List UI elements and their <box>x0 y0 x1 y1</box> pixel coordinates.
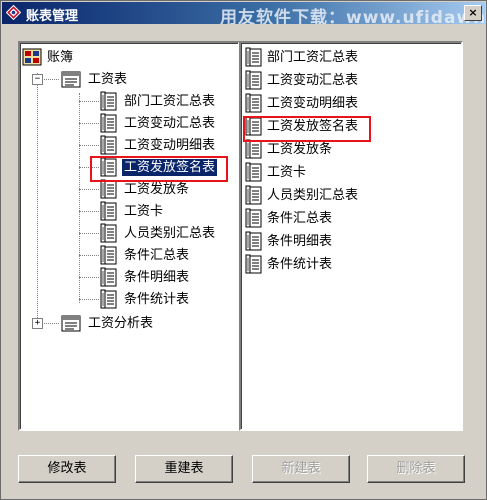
list-item-label: 条件汇总表 <box>267 211 333 226</box>
report-doc-icon <box>100 289 117 309</box>
highlight-box <box>243 116 371 142</box>
list-item[interactable]: 条件明细表 <box>241 231 453 251</box>
tree-item-label: 工资卡 <box>124 204 164 219</box>
tree-item-label: 条件明细表 <box>124 270 190 285</box>
report-doc-icon <box>245 70 262 90</box>
report-folder-icon <box>61 71 81 88</box>
tree-item[interactable]: 条件汇总表 <box>20 245 230 265</box>
report-doc-icon <box>245 162 262 182</box>
report-doc-icon <box>245 93 262 113</box>
rebuild-table-button[interactable]: 重建表 <box>135 455 233 483</box>
new-table-button[interactable]: 新建表 <box>252 455 350 483</box>
tree-item[interactable]: 部门工资汇总表 <box>20 91 230 111</box>
tree-item-label: 条件统计表 <box>124 292 190 307</box>
list-item[interactable]: 工资变动汇总表 <box>241 70 453 90</box>
list-item[interactable]: 工资卡 <box>241 162 453 182</box>
tree-item-label: 工资发放条 <box>124 182 190 197</box>
tree-group-salary[interactable]: − 工资表 <box>20 69 230 89</box>
list-item[interactable]: 工资变动明细表 <box>241 93 453 113</box>
list-item-label: 条件明细表 <box>267 234 333 249</box>
list-item[interactable]: 条件统计表 <box>241 254 453 274</box>
tree-item[interactable]: 工资变动明细表 <box>20 135 230 155</box>
report-manager-window: 账表管理 用友软件下载：www.ufidawhy.com × 账簿 − <box>0 0 487 500</box>
tree-line <box>79 299 99 300</box>
list-item[interactable]: 部门工资汇总表 <box>241 47 453 67</box>
tree-group-salary-analysis[interactable]: + 工资分析表 <box>20 313 230 333</box>
tree-item-label: 条件汇总表 <box>124 248 190 263</box>
list-item-label: 工资发放条 <box>267 142 333 157</box>
tree-group-label: 工资分析表 <box>88 316 154 331</box>
report-list-pane[interactable]: 部门工资汇总表 工资变动汇总表 工资变动明细表 工资发放签名表 工资发放条 工资卡 人员类别… <box>239 41 463 431</box>
tree-line <box>79 255 99 256</box>
report-doc-icon <box>245 47 262 67</box>
tree-line <box>79 233 99 234</box>
tree-line <box>79 189 99 190</box>
modify-table-button[interactable]: 修改表 <box>18 455 116 483</box>
tree-item-label: 部门工资汇总表 <box>124 94 216 109</box>
tree-item-label: 工资变动明细表 <box>124 138 216 153</box>
highlight-box <box>90 156 228 182</box>
collapse-toggle[interactable]: − <box>32 74 43 85</box>
report-doc-icon <box>245 208 262 228</box>
list-item[interactable]: 人员类别汇总表 <box>241 185 453 205</box>
report-doc-icon <box>100 91 117 111</box>
tree-item[interactable]: 工资变动汇总表 <box>20 113 230 133</box>
watermark-text: 用友软件下载：www.ufidawhy.com <box>220 8 485 24</box>
app-icon <box>6 5 21 20</box>
report-doc-icon <box>100 179 117 199</box>
report-doc-icon <box>100 113 117 133</box>
report-doc-icon <box>100 135 117 155</box>
tree-item[interactable]: 条件统计表 <box>20 289 230 309</box>
tree-line <box>79 145 99 146</box>
report-tree-pane[interactable]: 账簿 − 工资表 部门工资汇总表 工资变动汇总表 工资变动明细表 工资发放签名表 工资发… <box>18 41 240 431</box>
report-doc-icon <box>100 201 117 221</box>
report-doc-icon <box>100 267 117 287</box>
list-item-label: 部门工资汇总表 <box>267 50 359 65</box>
tree-root-label: 账簿 <box>47 50 74 65</box>
tree-root-node[interactable]: 账簿 <box>20 47 230 67</box>
ledger-book-icon <box>22 48 42 66</box>
tree-line <box>79 123 99 124</box>
list-item-label: 工资卡 <box>267 165 307 180</box>
list-item-label: 工资变动汇总表 <box>267 73 359 88</box>
report-doc-icon <box>245 254 262 274</box>
window-title: 账表管理 <box>26 9 79 24</box>
list-item-label: 条件统计表 <box>267 257 333 272</box>
list-item-label: 人员类别汇总表 <box>267 188 359 203</box>
tree-item[interactable]: 人员类别汇总表 <box>20 223 230 243</box>
tree-line <box>79 277 99 278</box>
report-doc-icon <box>245 185 262 205</box>
list-item-label: 工资变动明细表 <box>267 96 359 111</box>
tree-item-label: 人员类别汇总表 <box>124 226 216 241</box>
tree-item[interactable]: 工资卡 <box>20 201 230 221</box>
tree-group-label: 工资表 <box>88 72 128 87</box>
tree-line <box>79 101 99 102</box>
title-bar[interactable]: 账表管理 用友软件下载：www.ufidawhy.com × <box>2 2 485 24</box>
tree-item[interactable]: 工资发放条 <box>20 179 230 199</box>
report-doc-icon <box>100 245 117 265</box>
tree-item-label: 工资变动汇总表 <box>124 116 216 131</box>
list-item[interactable]: 工资发放条 <box>241 139 453 159</box>
close-button[interactable]: × <box>464 5 482 21</box>
tree-item[interactable]: 条件明细表 <box>20 267 230 287</box>
report-doc-icon <box>100 223 117 243</box>
delete-table-button[interactable]: 删除表 <box>367 455 465 483</box>
report-doc-icon <box>245 139 262 159</box>
report-doc-icon <box>245 231 262 251</box>
report-folder-icon <box>61 315 81 332</box>
expand-toggle[interactable]: + <box>32 318 43 329</box>
tree-line <box>79 211 99 212</box>
list-item[interactable]: 条件汇总表 <box>241 208 453 228</box>
